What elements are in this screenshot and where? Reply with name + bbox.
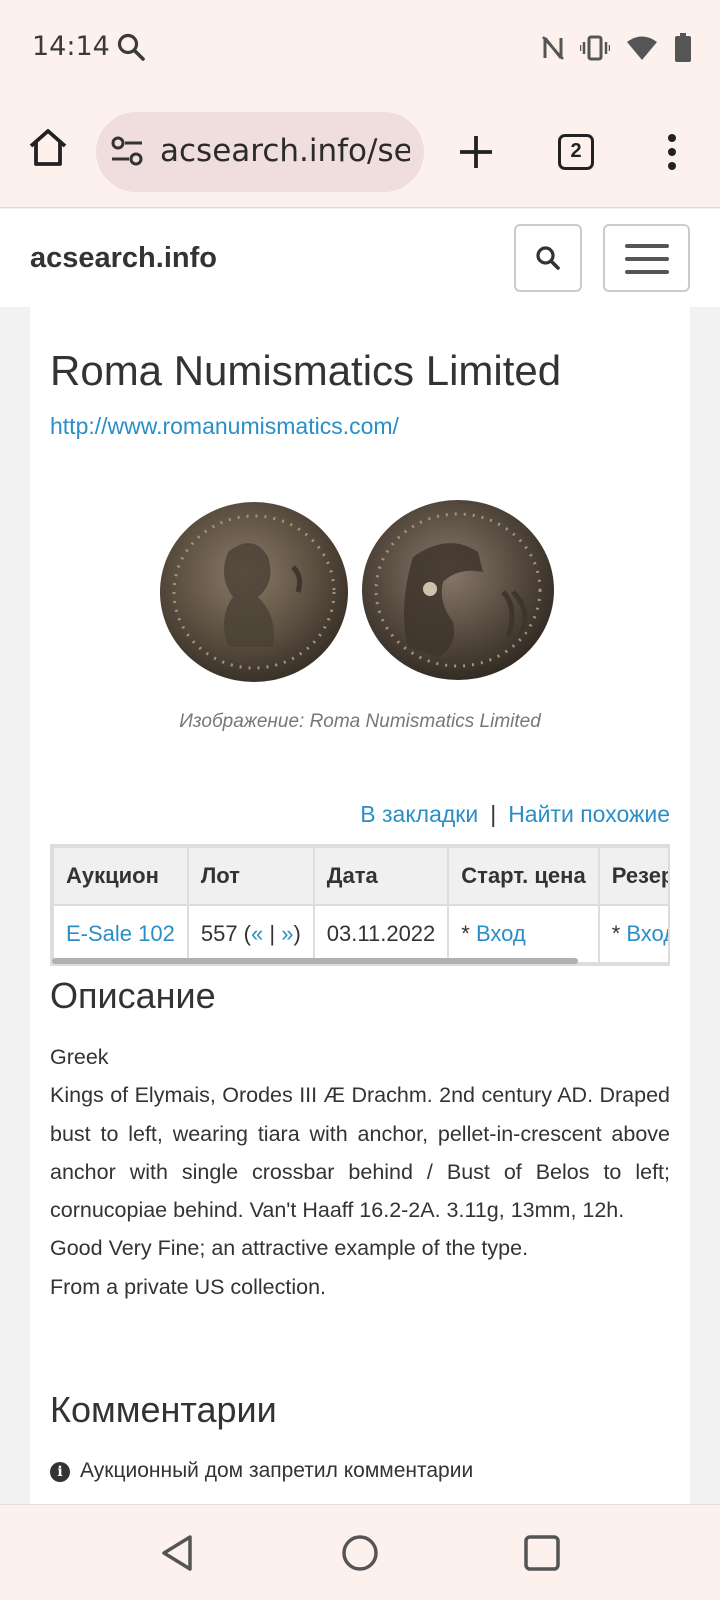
- menu-line: [625, 257, 669, 261]
- description-category: Greek: [50, 1045, 109, 1069]
- col-lot: Лот: [186, 846, 315, 906]
- hamburger-menu-button[interactable]: [603, 224, 690, 292]
- description-grade: Good Very Fine; an attractive example of…: [50, 1236, 529, 1261]
- tabs-icon[interactable]: 2: [558, 134, 594, 170]
- plus-icon[interactable]: [456, 132, 496, 172]
- more-vert-icon[interactable]: [664, 132, 680, 172]
- lot-number: 557 (: [200, 921, 252, 946]
- lot-separator: |: [263, 921, 282, 946]
- lot-close: ): [293, 921, 301, 946]
- cell-lot: 557 (« | »): [186, 904, 315, 964]
- actions-separator: |: [490, 801, 497, 827]
- header-search-button[interactable]: [514, 224, 582, 292]
- system-nav-bar: [0, 1504, 720, 1600]
- col-date: Дата: [312, 846, 450, 906]
- col-start-price: Старт. цена: [447, 846, 600, 906]
- status-time: 14:14: [32, 31, 110, 62]
- description-provenance: From a private US collection.: [50, 1274, 327, 1299]
- next-lot-link[interactable]: »: [281, 921, 293, 946]
- cell-auction: E-Sale 102: [52, 904, 189, 964]
- home-circle-icon[interactable]: [338, 1531, 382, 1575]
- description-text: Kings of Elymais, Orodes III Æ Drachm. 2…: [50, 1083, 670, 1223]
- comments-notice-text: Аукционный дом запретил комментарии: [80, 1459, 474, 1482]
- reserve-login-link[interactable]: Вход: [626, 921, 668, 946]
- table-row: E-Sale 102 557 (« | ») 03.11.2022 * Вход…: [52, 904, 668, 964]
- back-icon[interactable]: [156, 1531, 200, 1575]
- recents-icon[interactable]: [520, 1531, 564, 1575]
- reserve-prefix: *: [611, 921, 627, 946]
- search-icon: [117, 33, 145, 61]
- lot-actions: В закладки | Найти похожие: [360, 801, 670, 828]
- image-caption: Изображение: Roma Numismatics Limited: [179, 711, 541, 732]
- horizontal-scrollbar[interactable]: [52, 958, 578, 964]
- col-reserve: Резерв: [597, 846, 668, 906]
- coin-image[interactable]: [158, 497, 560, 687]
- search-icon: [536, 246, 560, 270]
- auction-table: Аукцион Лот Дата Старт. цена Резерв E-Sa…: [52, 846, 668, 964]
- menu-line: [625, 244, 669, 248]
- battery-icon: [675, 33, 691, 62]
- address-bar[interactable]: acsearch.info/search: [96, 112, 424, 192]
- page-title: Roma Numismatics Limited: [50, 347, 562, 394]
- wifi-icon: [627, 36, 657, 60]
- nfc-icon: [542, 36, 564, 60]
- start-price-prefix: *: [461, 921, 476, 946]
- cell-start-price: * Вход: [447, 904, 600, 964]
- status-bar: 14:14: [0, 0, 720, 96]
- find-similar-link[interactable]: Найти похожие: [508, 801, 670, 827]
- menu-line: [625, 270, 669, 274]
- previous-lot-link[interactable]: «: [251, 921, 263, 946]
- cell-date: 03.11.2022: [312, 904, 450, 964]
- info-icon: i: [50, 1462, 70, 1482]
- lot-description: Greek Kings of Elymais, Orodes III Æ Dra…: [50, 1038, 670, 1306]
- bookmark-link[interactable]: В закладки: [360, 801, 478, 827]
- browser-toolbar: acsearch.info/search: [0, 96, 720, 208]
- auction-table-scroller[interactable]: Аукцион Лот Дата Старт. цена Резерв E-Sa…: [50, 844, 670, 966]
- auction-house-website-link[interactable]: http://www.romanumismatics.com/: [50, 413, 399, 440]
- site-header: acsearch.info: [0, 209, 720, 307]
- home-icon[interactable]: [26, 126, 70, 170]
- url-text[interactable]: acsearch.info/search: [160, 133, 410, 169]
- start-price-login-link[interactable]: Вход: [476, 921, 526, 946]
- col-auction: Аукцион: [52, 846, 189, 906]
- vibrate-icon: [580, 35, 610, 61]
- content-card: Roma Numismatics Limited http://www.roma…: [30, 307, 690, 1507]
- description-heading: Описание: [50, 975, 216, 1016]
- tune-icon[interactable]: [110, 134, 144, 168]
- table-header-row: Аукцион Лот Дата Старт. цена Резерв: [52, 846, 668, 906]
- cell-reserve: * Вход: [597, 904, 668, 964]
- auction-link[interactable]: E-Sale 102: [66, 921, 175, 946]
- site-brand[interactable]: acsearch.info: [30, 242, 217, 275]
- comments-heading: Комментарии: [50, 1389, 277, 1430]
- comments-notice: i Аукционный дом запретил комментарии: [50, 1459, 473, 1483]
